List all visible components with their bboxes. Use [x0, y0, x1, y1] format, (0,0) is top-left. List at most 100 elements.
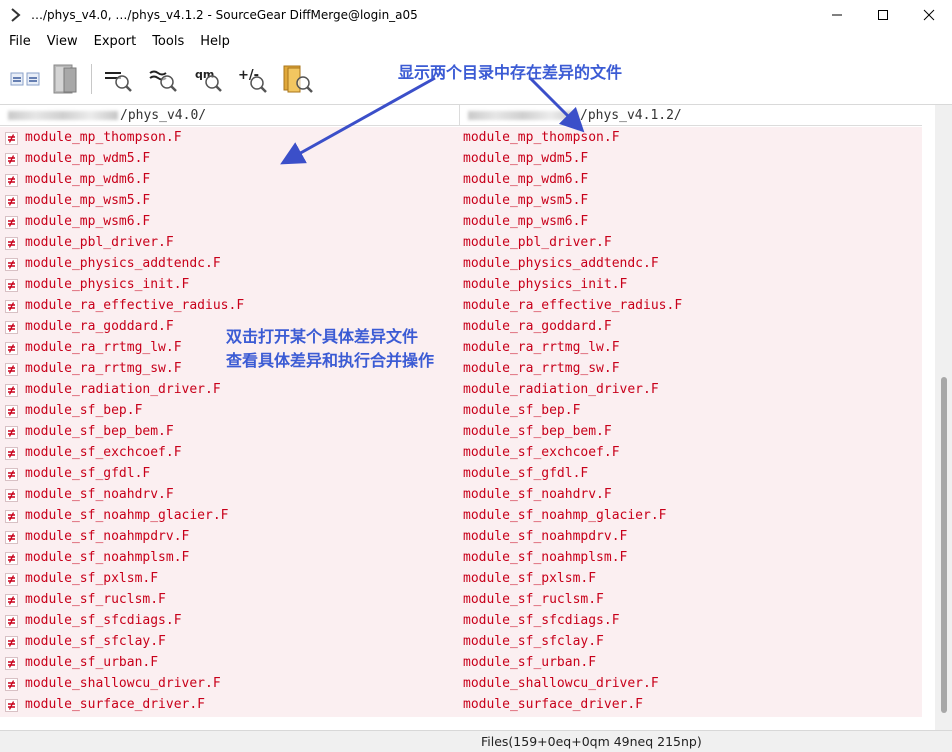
toolbar-separator [91, 64, 92, 94]
not-equal-icon [4, 509, 18, 523]
show-equal-button[interactable] [98, 59, 138, 99]
not-equal-icon [4, 551, 18, 565]
table-row[interactable]: module_sf_bep.F module_sf_bep.F [0, 400, 922, 421]
annotation-top: 显示两个目录中存在差异的文件 [398, 63, 623, 82]
table-row[interactable]: module_sf_bep_bem.F module_sf_bep_bem.F [0, 421, 922, 442]
right-file-name: module_physics_init.F [463, 277, 628, 292]
table-row[interactable]: module_mp_wdm6.F module_mp_wdm6.F [0, 169, 922, 190]
table-row[interactable]: module_mp_wsm6.F module_mp_wsm6.F [0, 211, 922, 232]
not-equal-icon [4, 320, 18, 334]
left-file-name: module_mp_wsm5.F [25, 193, 151, 208]
table-row[interactable]: module_sf_noahmpdrv.F module_sf_noahmpdrv… [0, 526, 922, 547]
right-file-name: module_sf_noahdrv.F [463, 487, 612, 502]
right-file-name: module_sf_noahmplsm.F [463, 550, 628, 565]
table-row[interactable]: module_sf_urban.F module_sf_urban.F [0, 652, 922, 673]
right-file-name: module_mp_wsm5.F [463, 193, 589, 208]
left-file-name: module_ra_rrtmg_sw.F [25, 361, 182, 376]
left-file-name: module_sf_urban.F [25, 655, 159, 670]
not-equal-icon [4, 698, 18, 712]
show-added-removed-button[interactable]: +/- [233, 59, 273, 99]
right-path: /phys_v4.1.2/ [580, 108, 682, 123]
right-file-name: module_mp_wsm6.F [463, 214, 589, 229]
table-row[interactable]: module_ra_rrtmg_lw.F module_ra_rrtmg_lw.F [0, 337, 922, 358]
table-row[interactable]: module_mp_wdm5.F module_mp_wdm5.F [0, 148, 922, 169]
left-file-name: module_sf_bep_bem.F [25, 424, 174, 439]
table-row[interactable]: module_sf_noahmp_glacier.F module_sf_noah… [0, 505, 922, 526]
redacted-path [468, 111, 578, 120]
show-different-button[interactable] [143, 59, 183, 99]
left-file-name: module_sf_noahmp_glacier.F [25, 508, 229, 523]
folder-panel-button[interactable] [45, 59, 85, 99]
table-row[interactable]: module_mp_thompson.F module_mp_thompson.F [0, 127, 922, 148]
left-file-name: module_sf_sfclay.F [25, 634, 166, 649]
folder-diff-view: /phys_v4.0/ /phys_v4.1.2/ module_mp_thom… [0, 104, 952, 731]
maximize-button[interactable] [860, 0, 906, 30]
folder-search-button[interactable] [278, 59, 318, 99]
not-equal-icon [4, 593, 18, 607]
not-equal-icon [4, 446, 18, 460]
menu-view[interactable]: View [40, 30, 85, 54]
left-file-name: module_sf_gfdl.F [25, 466, 151, 481]
left-file-name: module_physics_addtendc.F [25, 256, 221, 271]
table-row[interactable]: module_ra_goddard.F module_ra_goddard.F [0, 316, 922, 337]
left-file-name: module_radiation_driver.F [25, 382, 221, 397]
table-row[interactable]: module_sf_ruclsm.F module_sf_ruclsm.F [0, 589, 922, 610]
table-row[interactable]: module_shallowcu_driver.F module_shallowc… [0, 673, 922, 694]
table-row[interactable]: module_radiation_driver.F module_radiatio… [0, 379, 922, 400]
app-icon [9, 8, 23, 22]
window-title: …/phys_v4.0, …/phys_v4.1.2 - SourceGear … [31, 8, 418, 22]
not-equal-icon [4, 572, 18, 586]
menu-export[interactable]: Export [87, 30, 144, 54]
show-different-icon [149, 70, 177, 92]
right-file-name: module_radiation_driver.F [463, 382, 659, 397]
close-icon [923, 9, 935, 21]
table-row[interactable]: module_sf_pxlsm.F module_sf_pxlsm.F [0, 568, 922, 589]
left-file-name: module_ra_effective_radius.F [25, 298, 245, 313]
right-file-name: module_sf_exchcoef.F [463, 445, 620, 460]
right-file-name: module_ra_rrtmg_lw.F [463, 340, 620, 355]
not-equal-icon [4, 173, 18, 187]
left-file-name: module_sf_exchcoef.F [25, 445, 182, 460]
table-row[interactable]: module_ra_rrtmg_sw.F module_ra_rrtmg_sw.F [0, 358, 922, 379]
not-equal-icon [4, 299, 18, 313]
table-row[interactable]: module_sf_noahmplsm.F module_sf_noahmplsm… [0, 547, 922, 568]
show-equal-icon [105, 72, 132, 92]
not-equal-icon [4, 215, 18, 229]
status-bar: Files(159+0eq+0qm 49neq 215np) [0, 730, 952, 752]
table-row[interactable]: module_sf_sfcdiags.F module_sf_sfcdiags.F [0, 610, 922, 631]
table-row[interactable]: module_physics_addtendc.F module_physics_… [0, 253, 922, 274]
left-file-name: module_mp_thompson.F [25, 130, 182, 145]
table-row[interactable]: module_sf_noahdrv.F module_sf_noahdrv.F [0, 484, 922, 505]
not-equal-icon [4, 677, 18, 691]
compare-equal-icon [10, 72, 40, 86]
table-row[interactable]: module_pbl_driver.F module_pbl_driver.F [0, 232, 922, 253]
right-column-header: /phys_v4.1.2/ [460, 105, 922, 126]
table-row[interactable]: module_physics_init.F module_physics_init… [0, 274, 922, 295]
compare-equal-button[interactable] [5, 59, 45, 99]
not-equal-icon [4, 257, 18, 271]
minimize-button[interactable] [814, 0, 860, 30]
title-bar: …/phys_v4.0, …/phys_v4.1.2 - SourceGear … [0, 0, 952, 30]
not-equal-icon [4, 488, 18, 502]
not-equal-icon [4, 341, 18, 355]
menu-help[interactable]: Help [193, 30, 237, 54]
right-file-name: module_sf_noahmp_glacier.F [463, 508, 667, 523]
vertical-scrollbar[interactable] [935, 105, 952, 731]
not-equal-icon [4, 194, 18, 208]
maximize-icon [878, 10, 888, 20]
table-row[interactable]: module_sf_sfclay.F module_sf_sfclay.F [0, 631, 922, 652]
table-row[interactable]: module_sf_exchcoef.F module_sf_exchcoef.F [0, 442, 922, 463]
table-row[interactable]: module_ra_effective_radius.F module_ra_ef… [0, 295, 922, 316]
menu-bar: File View Export Tools Help [0, 30, 952, 54]
right-file-name: module_physics_addtendc.F [463, 256, 659, 271]
close-button[interactable] [906, 0, 952, 30]
show-qm-icon: qm [195, 68, 222, 92]
menu-tools[interactable]: Tools [145, 30, 191, 54]
scrollbar-thumb[interactable] [941, 377, 947, 713]
table-row[interactable]: module_sf_gfdl.F module_sf_gfdl.F [0, 463, 922, 484]
table-row[interactable]: module_surface_driver.F module_surface_dr… [0, 694, 922, 715]
left-file-name: module_surface_driver.F [25, 697, 206, 712]
show-qm-button[interactable]: qm [188, 59, 228, 99]
menu-file[interactable]: File [2, 30, 38, 54]
table-row[interactable]: module_mp_wsm5.F module_mp_wsm5.F [0, 190, 922, 211]
